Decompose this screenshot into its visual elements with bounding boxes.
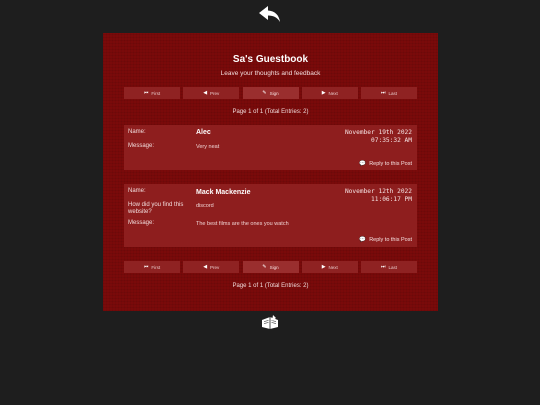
entry-name: Mack Mackenzie [196, 189, 251, 196]
prev-button[interactable]: ◀ Prev [183, 87, 240, 99]
last-button[interactable]: ⏭ Last [361, 261, 417, 273]
comment-icon: 💬 [359, 237, 367, 243]
last-button[interactable]: ⏭ Last [361, 87, 417, 99]
prev-button[interactable]: ◀ Prev [183, 261, 240, 273]
comment-icon: 💬 [359, 161, 367, 167]
sign-button[interactable]: ✎ Sign [242, 87, 299, 99]
prev-icon: ◀ [203, 90, 208, 96]
entry-message: The best films are the ones you watch [196, 221, 289, 227]
next-button[interactable]: ▶ Next [301, 87, 358, 99]
first-button[interactable]: ⏮ First [124, 261, 180, 273]
guestbook-panel: Sa's Guestbook Leave your thoughts and f… [103, 33, 438, 311]
reply-link[interactable]: 💬 Reply to this Post [359, 161, 412, 167]
next-icon: ▶ [321, 90, 326, 96]
message-label: Message: [128, 143, 155, 149]
guestbook-subtitle: Leave your thoughts and feedback [220, 70, 321, 77]
page-info-top: Page 1 of 1 (Total Entries: 2) [232, 109, 309, 115]
entry-answer: discord [196, 203, 214, 209]
nav-bar-bottom: ⏮ First ◀ Prev ✎ Sign ▶ Next ⏭ Last [124, 261, 417, 273]
first-button[interactable]: ⏮ First [124, 87, 180, 99]
nav-bar-top: ⏮ First ◀ Prev ✎ Sign ▶ Next ⏭ Last [124, 87, 417, 99]
question-label: How did you find this website? [128, 202, 184, 215]
next-button[interactable]: ▶ Next [301, 261, 358, 273]
entry-name: Alec [196, 129, 211, 136]
back-arrow-icon[interactable] [258, 4, 282, 24]
first-icon: ⏮ [143, 90, 149, 96]
pen-icon: ✎ [262, 264, 267, 270]
pen-icon: ✎ [262, 90, 267, 96]
name-label: Name: [128, 188, 146, 194]
entry-message: Very neat [196, 144, 220, 150]
message-label: Message: [128, 220, 155, 226]
name-label: Name: [128, 129, 146, 135]
first-icon: ⏮ [143, 264, 149, 270]
last-icon: ⏭ [380, 90, 386, 96]
guestbook-title: Sa's Guestbook [232, 54, 309, 65]
last-icon: ⏭ [380, 264, 386, 270]
entry-datetime: November 19th 2022 07:35:32 AM [344, 129, 412, 144]
prev-icon: ◀ [203, 264, 208, 270]
guestbook-logo-icon[interactable] [260, 314, 280, 330]
page-info-bottom: Page 1 of 1 (Total Entries: 2) [232, 283, 309, 289]
next-icon: ▶ [321, 264, 326, 270]
guestbook-entry: Name: Alec November 19th 2022 07:35:32 A… [124, 125, 417, 170]
reply-link[interactable]: 💬 Reply to this Post [359, 237, 412, 243]
guestbook-entry: Name: Mack Mackenzie November 12th 2022 … [124, 184, 417, 247]
entry-datetime: November 12th 2022 11:06:17 PM [344, 188, 412, 203]
sign-button[interactable]: ✎ Sign [242, 261, 299, 273]
